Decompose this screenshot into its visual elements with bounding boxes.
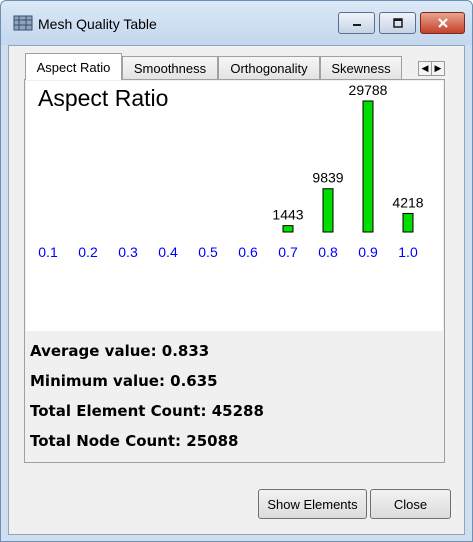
tab-aspect-ratio[interactable]: Aspect Ratio [25,53,122,80]
close-window-button[interactable] [420,12,465,34]
bar-value-label: 9839 [312,170,343,186]
x-tick-label: 0.6 [238,244,258,260]
histogram-bar [282,225,294,233]
maximize-button[interactable] [379,12,416,34]
chart-area: Aspect Ratio 0.1 0.2 0.3 0.4 0.5 0.6 0.7 1443 0.… [26,81,443,331]
x-tick-label: 0.1 [38,244,58,260]
mesh-app-icon [13,15,33,31]
x-tick-label: 0.8 [318,244,338,260]
minimum-value: Minimum value: 0.635 [30,372,218,390]
x-tick-label: 1.0 [398,244,418,260]
close-icon [437,18,448,28]
x-tick-label: 0.7 [278,244,298,260]
tab-scroll-right-button[interactable]: ▶ [431,62,444,75]
window-title: Mesh Quality Table [38,16,157,32]
maximize-icon [392,18,403,28]
title-bar[interactable]: Mesh Quality Table [1,1,472,45]
histogram-chart: 0.1 0.2 0.3 0.4 0.5 0.6 0.7 1443 0.8 9839 0.9 29788… [38,82,424,260]
tab-smoothness[interactable]: Smoothness [122,56,218,79]
x-tick-label: 0.2 [78,244,98,260]
tab-orthogonality[interactable]: Orthogonality [218,56,320,79]
tab-label: Skewness [331,60,391,76]
x-tick-label: 0.5 [198,244,218,260]
tab-scroll-left-button[interactable]: ◀ [419,62,431,75]
tab-scroll-control: ◀ ▶ [418,61,445,76]
minimize-icon [352,24,361,26]
chevron-right-icon: ▶ [434,63,442,73]
dialog-body: Aspect Ratio Smoothness Orthogonality Sk… [8,45,465,535]
total-element-count: Total Element Count: 45288 [30,402,264,420]
x-tick-label: 0.4 [158,244,178,260]
total-node-count: Total Node Count: 25088 [30,432,239,450]
tab-panel: Aspect Ratio 0.1 0.2 0.3 0.4 0.5 0.6 0.7 1443 0.… [24,79,445,463]
mesh-quality-window: Mesh Quality Table Aspect Ratio Smoothne… [0,0,473,542]
average-value: Average value: 0.833 [30,342,210,360]
close-button[interactable]: Close [370,489,451,519]
tab-label: Smoothness [133,60,207,76]
tab-label: Aspect Ratio [36,59,111,75]
bar-value-label: 29788 [349,82,388,98]
histogram-bar [402,212,414,233]
x-tick-label: 0.3 [118,244,138,260]
bar-value-label: 4218 [392,194,423,210]
x-tick-label: 0.9 [358,244,378,260]
show-elements-button[interactable]: Show Elements [258,489,367,519]
minimize-button[interactable] [338,12,375,34]
chevron-left-icon: ◀ [421,63,429,73]
histogram-bar [362,100,374,233]
bar-value-label: 1443 [272,207,303,223]
tab-label: Orthogonality [230,60,308,76]
tab-skewness[interactable]: Skewness [320,56,402,79]
histogram-bar [322,188,334,233]
